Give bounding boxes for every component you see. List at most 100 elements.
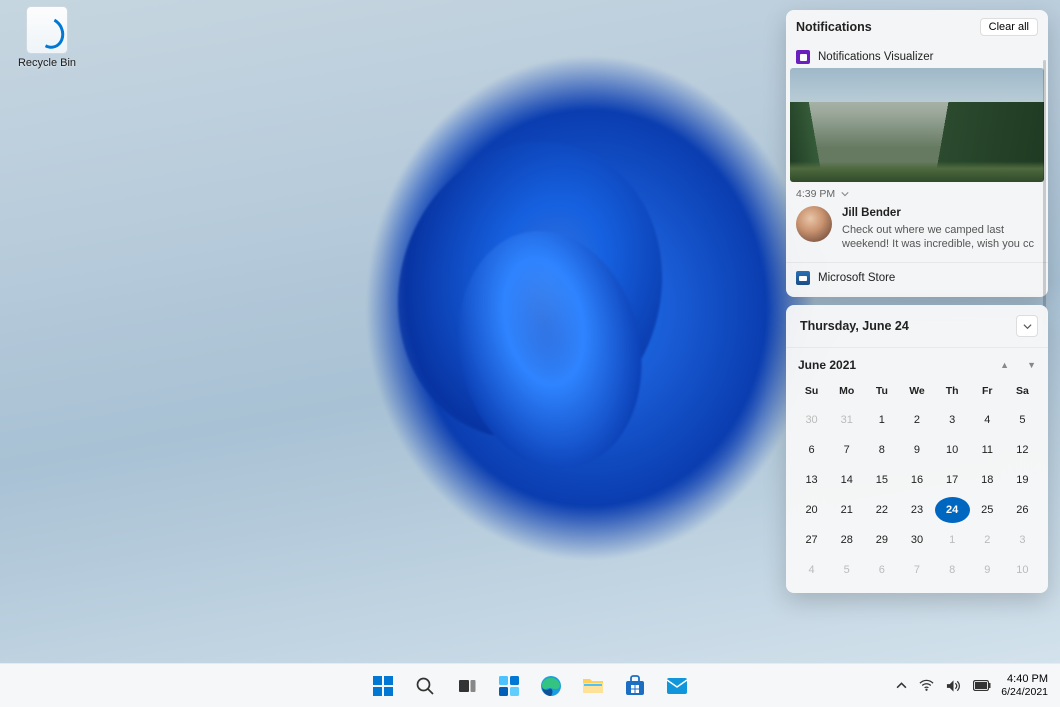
start-button[interactable]	[365, 668, 401, 704]
calendar-day[interactable]: 28	[829, 527, 864, 553]
calendar-day[interactable]: 6	[794, 437, 829, 463]
edge-button[interactable]	[533, 668, 569, 704]
chevron-up-icon	[896, 680, 907, 691]
notifications-panel: Notifications Clear all Notifications Vi…	[786, 10, 1048, 297]
calendar-day[interactable]: 5	[829, 557, 864, 583]
calendar-dow: Sa	[1005, 380, 1040, 403]
calendar-day[interactable]: 4	[970, 407, 1005, 433]
calendar-day[interactable]: 16	[899, 467, 934, 493]
widgets-icon	[498, 675, 520, 697]
calendar-day[interactable]: 30	[899, 527, 934, 553]
search-button[interactable]	[407, 668, 443, 704]
calendar-day[interactable]: 2	[970, 527, 1005, 553]
calendar-dow: Su	[794, 380, 829, 403]
calendar-grid: SuMoTuWeThFrSa30311234567891011121314151…	[786, 376, 1048, 593]
speaker-icon	[946, 679, 961, 693]
calendar-panel: Thursday, June 24 June 2021 ▲ ▼ SuMoTuWe…	[786, 305, 1048, 593]
calendar-day[interactable]: 20	[794, 497, 829, 523]
month-label[interactable]: June 2021	[798, 358, 856, 372]
calendar-dow: Th	[935, 380, 970, 403]
wifi-button[interactable]	[919, 679, 934, 692]
notification-sender: Jill Bender	[842, 206, 1038, 222]
recycle-bin-icon	[26, 6, 68, 54]
windows-logo-icon	[372, 675, 394, 697]
calendar-day[interactable]: 4	[794, 557, 829, 583]
calendar-day[interactable]: 3	[1005, 527, 1040, 553]
desktop[interactable]: Recycle Bin Notifications Clear all Noti…	[0, 0, 1060, 663]
chevron-down-icon	[1023, 322, 1032, 331]
taskbar-center	[365, 668, 695, 704]
search-icon	[415, 676, 435, 696]
microsoft-store-button[interactable]	[617, 668, 653, 704]
task-view-button[interactable]	[449, 668, 485, 704]
wifi-icon	[919, 679, 934, 692]
calendar-day[interactable]: 10	[935, 437, 970, 463]
calendar-day[interactable]: 13	[794, 467, 829, 493]
taskbar-date: 6/24/2021	[1001, 686, 1048, 698]
microsoft-store-icon	[624, 675, 646, 697]
file-explorer-button[interactable]	[575, 668, 611, 704]
system-tray: 4:40 PM 6/24/2021	[896, 664, 1052, 707]
calendar-day[interactable]: 9	[970, 557, 1005, 583]
calendar-day[interactable]: 7	[899, 557, 934, 583]
avatar	[796, 206, 832, 242]
scrollbar[interactable]	[1043, 60, 1046, 340]
calendar-dow: Mo	[829, 380, 864, 403]
clock-button[interactable]: 4:40 PM 6/24/2021	[1001, 673, 1052, 698]
calendar-day[interactable]: 22	[864, 497, 899, 523]
volume-button[interactable]	[946, 679, 961, 693]
calendar-day[interactable]: 18	[970, 467, 1005, 493]
calendar-day[interactable]: 11	[970, 437, 1005, 463]
calendar-day[interactable]: 3	[935, 407, 970, 433]
calendar-day[interactable]: 23	[899, 497, 934, 523]
calendar-day[interactable]: 17	[935, 467, 970, 493]
collapse-calendar-button[interactable]	[1016, 315, 1038, 337]
wallpaper-bloom	[200, 20, 850, 660]
calendar-day[interactable]: 21	[829, 497, 864, 523]
taskbar: 4:40 PM 6/24/2021	[0, 663, 1060, 707]
calendar-day[interactable]: 5	[1005, 407, 1040, 433]
calendar-dow: We	[899, 380, 934, 403]
calendar-day[interactable]: 8	[864, 437, 899, 463]
notification-message: Check out where we camped last weekend! …	[842, 223, 1038, 253]
battery-button[interactable]	[973, 680, 991, 691]
action-center: Notifications Clear all Notifications Vi…	[786, 10, 1048, 593]
calendar-day[interactable]: 6	[864, 557, 899, 583]
calendar-day[interactable]: 7	[829, 437, 864, 463]
mail-icon	[666, 677, 688, 695]
prev-month-button[interactable]: ▲	[1000, 360, 1009, 370]
calendar-day[interactable]: 8	[935, 557, 970, 583]
notification-item[interactable]: Microsoft Store	[786, 263, 1048, 293]
calendar-day[interactable]: 10	[1005, 557, 1040, 583]
calendar-day[interactable]: 1	[864, 407, 899, 433]
widgets-button[interactable]	[491, 668, 527, 704]
next-month-button[interactable]: ▼	[1027, 360, 1036, 370]
battery-icon	[973, 680, 991, 691]
calendar-day[interactable]: 12	[1005, 437, 1040, 463]
calendar-day[interactable]: 14	[829, 467, 864, 493]
calendar-day[interactable]: 31	[829, 407, 864, 433]
calendar-day[interactable]: 27	[794, 527, 829, 553]
taskbar-time: 4:40 PM	[1001, 673, 1048, 686]
calendar-day[interactable]: 25	[970, 497, 1005, 523]
notification-time: 4:39 PM	[796, 188, 835, 200]
clear-all-button[interactable]: Clear all	[980, 18, 1038, 36]
notification-item[interactable]: Notifications Visualizer 4:39 PM Jill Be…	[786, 44, 1048, 263]
calendar-day[interactable]: 19	[1005, 467, 1040, 493]
calendar-day[interactable]: 26	[1005, 497, 1040, 523]
tray-overflow-button[interactable]	[896, 680, 907, 691]
calendar-day[interactable]: 29	[864, 527, 899, 553]
task-view-icon	[457, 676, 477, 696]
file-explorer-icon	[582, 676, 604, 696]
recycle-bin-label: Recycle Bin	[18, 57, 76, 69]
recycle-bin[interactable]: Recycle Bin	[12, 6, 82, 69]
chevron-down-icon[interactable]	[841, 190, 849, 198]
calendar-dow: Tu	[864, 380, 899, 403]
calendar-day[interactable]: 1	[935, 527, 970, 553]
calendar-day[interactable]: 24	[935, 497, 970, 523]
calendar-day[interactable]: 2	[899, 407, 934, 433]
mail-button[interactable]	[659, 668, 695, 704]
calendar-day[interactable]: 30	[794, 407, 829, 433]
calendar-day[interactable]: 9	[899, 437, 934, 463]
calendar-day[interactable]: 15	[864, 467, 899, 493]
